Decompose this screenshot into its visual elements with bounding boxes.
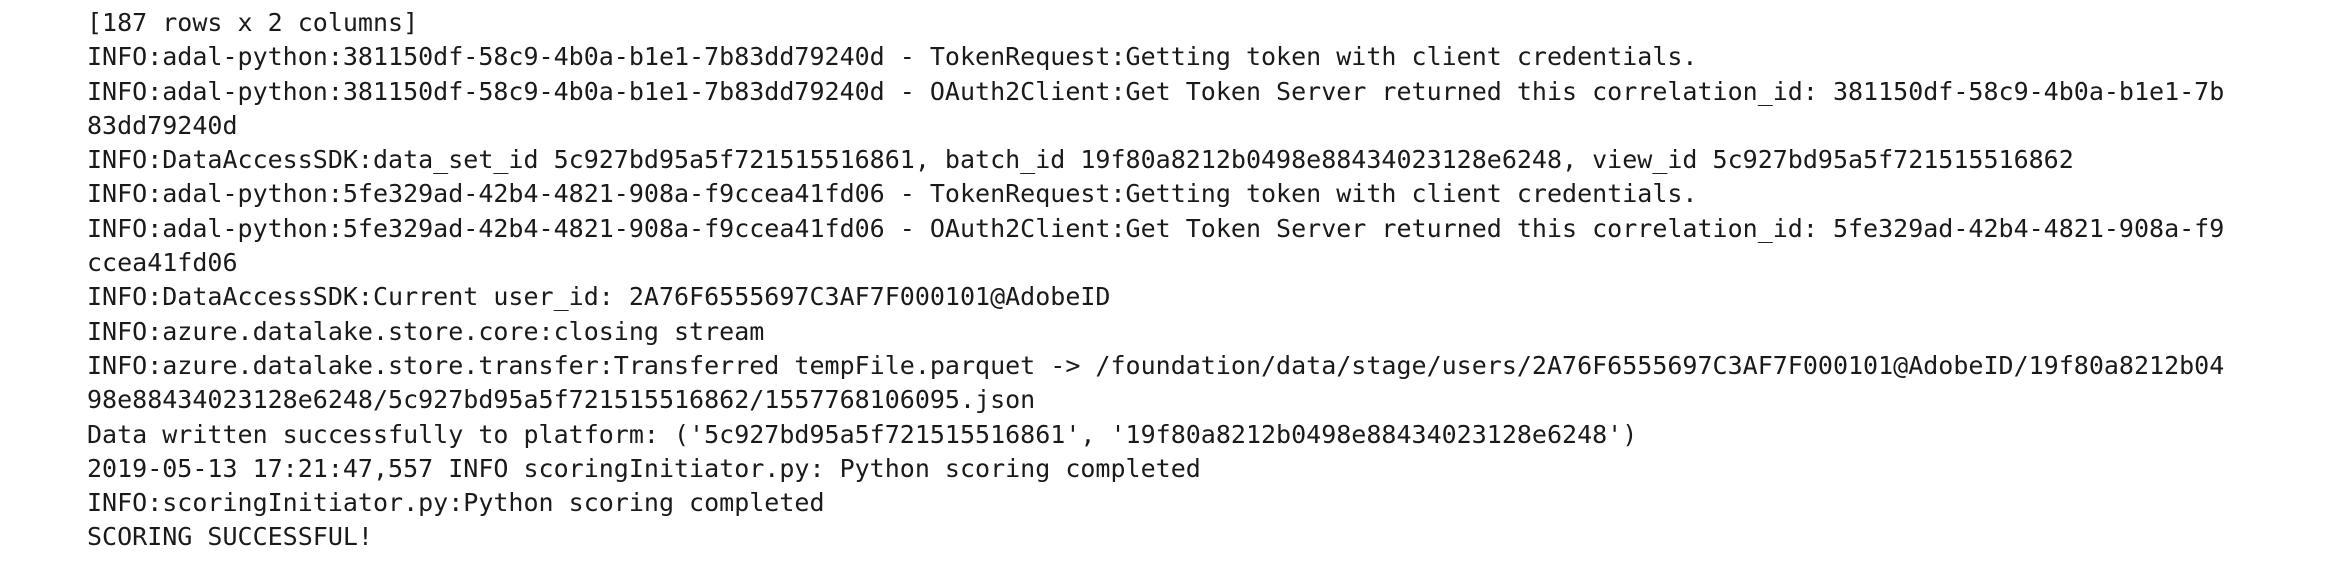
console-line-transfer: INFO:azure.datalake.store.transfer:Trans… [87, 350, 2225, 380]
console-line-data-written: Data written successfully to platform: (… [87, 419, 1638, 449]
console-line-data-set-info: INFO:DataAccessSDK:data_set_id 5c927bd95… [87, 145, 2074, 175]
console-line-correlation-id: INFO:adal-python:5fe329ad-42b4-4821-908a… [87, 213, 2225, 243]
console-line-scoring-completed: INFO:scoringInitiator.py:Python scoring … [87, 488, 825, 518]
console-line-correlation-id-wrap: 83dd79240d [87, 110, 238, 140]
console-line-timestamped-info: 2019-05-13 17:21:47,557 INFO scoringInit… [87, 453, 1201, 483]
console-line-token-request: INFO:adal-python:381150df-58c9-4b0a-b1e1… [87, 42, 1698, 72]
console-line-token-request: INFO:adal-python:5fe329ad-42b4-4821-908a… [87, 179, 1698, 209]
console-line-transfer-wrap: 98e88434023128e6248/5c927bd95a5f72151551… [87, 385, 1036, 415]
console-line-scoring-successful: SCORING SUCCESSFUL! [87, 522, 373, 552]
console-line-dataframe-shape: [187 rows x 2 columns] [87, 8, 419, 37]
console-line-closing-stream: INFO:azure.datalake.store.core:closing s… [87, 316, 765, 346]
console-line-correlation-id-wrap: ccea41fd06 [87, 248, 238, 278]
console-output: [187 rows x 2 columns] INFO:adal-python:3… [87, 6, 2327, 555]
console-line-user-id: INFO:DataAccessSDK:Current user_id: 2A76… [87, 282, 1111, 312]
console-line-correlation-id: INFO:adal-python:381150df-58c9-4b0a-b1e1… [87, 76, 2225, 106]
